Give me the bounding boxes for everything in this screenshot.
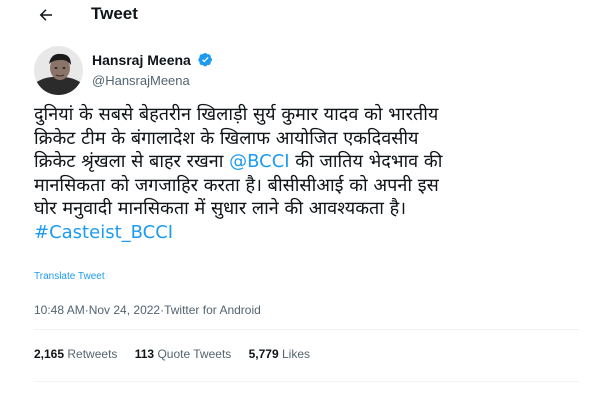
tweet-line-3-end: की जातिय भेदभाव की <box>289 151 443 172</box>
tweet-metadata: 10:48 AM · Nov 24, 2022 · Twitter for An… <box>34 303 261 317</box>
hashtag-link[interactable]: #Casteist_BCCI <box>34 221 579 245</box>
translate-tweet-link[interactable]: Translate Tweet <box>34 271 105 282</box>
author-handle[interactable]: @HansrajMeena <box>92 73 213 88</box>
divider <box>34 381 579 382</box>
quote-tweets-label: Quote Tweets <box>157 347 232 361</box>
likes-stat[interactable]: 5,779 Likes <box>249 347 310 361</box>
retweets-label: Retweets <box>67 347 118 361</box>
tweet-line-3: क्रिकेट श्रृंखला से बाहर रखना @BCCI की ज… <box>34 150 579 174</box>
retweets-count: 2,165 <box>34 347 65 361</box>
avatar-image <box>34 46 83 95</box>
tweet-time[interactable]: 10:48 AM <box>34 303 85 317</box>
tweet-date[interactable]: Nov 24, 2022 <box>89 303 160 317</box>
tweet-line-3-start: क्रिकेट श्रृंखला से बाहर रखना <box>34 151 230 172</box>
arrow-left-icon <box>39 9 52 21</box>
back-button[interactable] <box>33 2 59 28</box>
tweet-source[interactable]: Twitter for Android <box>164 303 261 317</box>
page-title: Tweet <box>91 4 138 23</box>
divider <box>34 329 579 330</box>
retweets-stat[interactable]: 2,165 Retweets <box>34 347 117 361</box>
tweet-line-1: दुनियां के सबसे बेहतरीन खिलाड़ी सुर्य कु… <box>34 104 439 125</box>
verified-badge-icon <box>198 53 213 67</box>
tweet-line-5: घोर मनुवादी मानसिकता में सुधार लाने की आ… <box>34 198 407 219</box>
tweet-line-2: क्रिकेट टीम के बंगालादेश के खिलाफ आयोजित… <box>34 127 419 149</box>
author-name[interactable]: Hansraj Meena <box>92 52 191 68</box>
tweet-text: दुनियां के सबसे बेहतरीन खिलाड़ी सुर्य कु… <box>34 103 579 244</box>
tweet-author: Hansraj Meena @HansrajMeena <box>92 51 213 88</box>
quote-tweets-count: 113 <box>134 347 155 361</box>
quote-tweets-stat[interactable]: 113 Quote Tweets <box>135 347 232 361</box>
avatar[interactable] <box>34 46 83 95</box>
tweet-stats: 2,165 Retweets 113 Quote Tweets 5,779 Li… <box>34 347 324 361</box>
tweet-header: Tweet <box>0 0 600 30</box>
likes-label: Likes <box>282 347 311 361</box>
likes-count: 5,779 <box>248 347 279 361</box>
tweet-line-4: मानसिकता को जगजाहिर करता है। बीसीसीआई को… <box>34 174 439 196</box>
mention-link[interactable]: @BCCI <box>229 151 289 172</box>
